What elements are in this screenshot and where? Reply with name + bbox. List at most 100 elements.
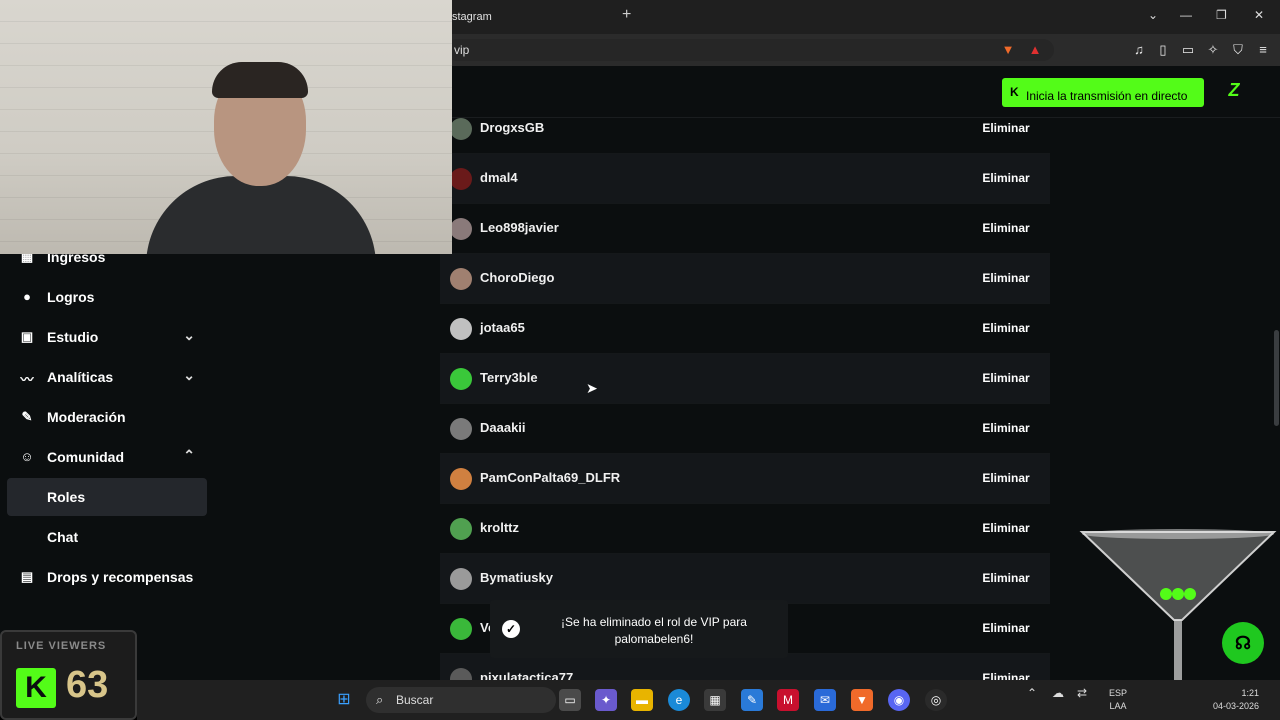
check-circle-icon: ✓: [502, 620, 520, 638]
sidebar-item-drops[interactable]: ▤ Drops y recompensas: [7, 558, 207, 596]
clock[interactable]: 1:21 04-03-2026: [1213, 687, 1259, 713]
username[interactable]: PamConPalta69_DLFR: [480, 470, 620, 485]
community-icon: ☺: [20, 449, 34, 464]
studio-icon: ▣: [20, 329, 34, 344]
wrench-icon: ✎: [21, 409, 33, 424]
remove-button[interactable]: Eliminar: [974, 213, 1038, 243]
remove-button[interactable]: Eliminar: [974, 363, 1038, 393]
username[interactable]: krolttz: [480, 520, 519, 535]
outlook-icon[interactable]: ✉: [814, 689, 836, 711]
mcafee-icon[interactable]: M: [777, 689, 799, 711]
maximize-button[interactable]: ❐: [1216, 8, 1227, 22]
username[interactable]: Leo898javier: [480, 220, 559, 235]
editor-icon[interactable]: ✎: [741, 689, 763, 711]
remove-button[interactable]: Eliminar: [974, 663, 1038, 680]
chevron-up-icon: ⌃: [183, 447, 195, 463]
list-item: Bymatiusky Eliminar: [440, 554, 1050, 604]
menu-icon[interactable]: ≡: [1255, 42, 1271, 58]
list-item: ChoroDiego Eliminar: [440, 254, 1050, 304]
analytics-icon: 〰: [20, 372, 34, 387]
remove-button[interactable]: Eliminar: [974, 613, 1038, 643]
file-explorer-icon[interactable]: ▬: [631, 689, 653, 711]
avatar: [450, 618, 472, 640]
tab-list-chevron-icon[interactable]: ⌄: [1148, 8, 1158, 22]
sidebar-item-label: Comunidad: [47, 449, 124, 465]
avatar: [450, 168, 472, 190]
username[interactable]: DrogxsGB: [480, 120, 544, 135]
sidebar-item-roles[interactable]: Roles: [7, 478, 207, 516]
kick-logo-icon: K: [1010, 85, 1019, 99]
person-hair: [212, 62, 308, 98]
username[interactable]: Terry3ble: [480, 370, 538, 385]
avatar: [450, 568, 472, 590]
sidebar-toggle-icon[interactable]: ▯: [1155, 42, 1171, 58]
app-icon[interactable]: ◎: [925, 689, 947, 711]
sidebar-item-moderacion[interactable]: ✎ Moderación: [7, 398, 207, 436]
username[interactable]: dmal4: [480, 170, 518, 185]
avatar: [450, 518, 472, 540]
brave-shield-icon[interactable]: ▼: [1000, 42, 1016, 58]
taskbar-search[interactable]: ⌕ Buscar: [366, 687, 556, 713]
language-indicator[interactable]: ESP LAA: [1109, 687, 1127, 713]
kick-logo-icon: K: [16, 668, 56, 708]
copilot-icon[interactable]: ✦: [595, 689, 617, 711]
remove-button[interactable]: Eliminar: [974, 463, 1038, 493]
go-live-label: Inicia la transmisión en directo: [1026, 89, 1188, 103]
olive: [1160, 588, 1172, 600]
go-live-button[interactable]: K Inicia la transmisión en directo: [1002, 78, 1204, 107]
network-icon[interactable]: ⇄: [1077, 687, 1087, 700]
scrollbar[interactable]: [1274, 330, 1279, 426]
remove-button[interactable]: Eliminar: [974, 563, 1038, 593]
brave-icon[interactable]: ▼: [851, 689, 873, 711]
url-input[interactable]: vip: [446, 39, 1054, 61]
username[interactable]: jotaa65: [480, 320, 525, 335]
avatar: [450, 468, 472, 490]
username[interactable]: ChoroDiego: [480, 270, 554, 285]
windows-start-icon[interactable]: ⊞: [333, 689, 355, 711]
live-viewers-widget: LIVE VIEWERS K 63: [0, 630, 137, 720]
language-sub: LAA: [1109, 701, 1127, 711]
webcam-overlay: [0, 0, 452, 254]
username[interactable]: Daaakii: [480, 420, 526, 435]
browser-tab[interactable]: stagram: [440, 6, 616, 34]
sidebar-item-estudio[interactable]: ▣ Estudio ⌄: [7, 318, 207, 356]
list-item: Terry3ble Eliminar: [440, 354, 1050, 404]
edge-icon[interactable]: e: [668, 689, 690, 711]
list-item: Leo898javier Eliminar: [440, 204, 1050, 254]
list-item: dmal4 Eliminar: [440, 154, 1050, 204]
onedrive-icon[interactable]: ☁: [1052, 687, 1064, 700]
vpn-icon[interactable]: ⛉: [1230, 42, 1246, 58]
remove-button[interactable]: Eliminar: [974, 513, 1038, 543]
new-tab-button[interactable]: +: [622, 6, 631, 24]
remove-button[interactable]: Eliminar: [974, 118, 1038, 143]
minimize-button[interactable]: —: [1180, 8, 1192, 22]
remove-button[interactable]: Eliminar: [974, 413, 1038, 443]
sidebar-item-analiticas[interactable]: 〰 Analíticas ⌄: [7, 358, 207, 396]
tray-overflow-icon[interactable]: ⌃: [1027, 687, 1037, 700]
store-icon[interactable]: ▦: [704, 689, 726, 711]
remove-button[interactable]: Eliminar: [974, 313, 1038, 343]
username[interactable]: pixulatactica77: [480, 670, 573, 680]
sidebar-item-label: Analíticas: [47, 369, 114, 385]
avatar: [450, 118, 472, 140]
avatar: [450, 268, 472, 290]
olive: [1172, 588, 1184, 600]
brave-rewards-icon[interactable]: ▲: [1027, 42, 1043, 58]
wallet-icon[interactable]: ▭: [1180, 42, 1196, 58]
media-icon[interactable]: ♫: [1131, 42, 1147, 58]
remove-button[interactable]: Eliminar: [974, 263, 1038, 293]
task-view-icon[interactable]: ▭: [559, 689, 581, 711]
vip-user-list: DrogxsGB Eliminar dmal4 Eliminar Leo898j…: [440, 118, 1050, 680]
sidebar-item-logros[interactable]: ● Logros: [7, 278, 207, 316]
sidebar-item-chat[interactable]: Chat: [7, 518, 207, 556]
sidebar-item-comunidad[interactable]: ☺ Comunidad ⌃: [7, 438, 207, 476]
remove-button[interactable]: Eliminar: [974, 163, 1038, 193]
close-button[interactable]: ✕: [1254, 8, 1264, 22]
headset-support-icon[interactable]: ☊: [1222, 622, 1264, 664]
clock-date: 04-03-2026: [1213, 701, 1260, 711]
language: ESP: [1109, 688, 1128, 698]
ai-assistant-icon[interactable]: ✧: [1205, 42, 1221, 58]
username[interactable]: Bymatiusky: [480, 570, 553, 585]
discord-icon[interactable]: ◉: [888, 689, 910, 711]
profile-avatar[interactable]: Z: [1222, 80, 1246, 104]
